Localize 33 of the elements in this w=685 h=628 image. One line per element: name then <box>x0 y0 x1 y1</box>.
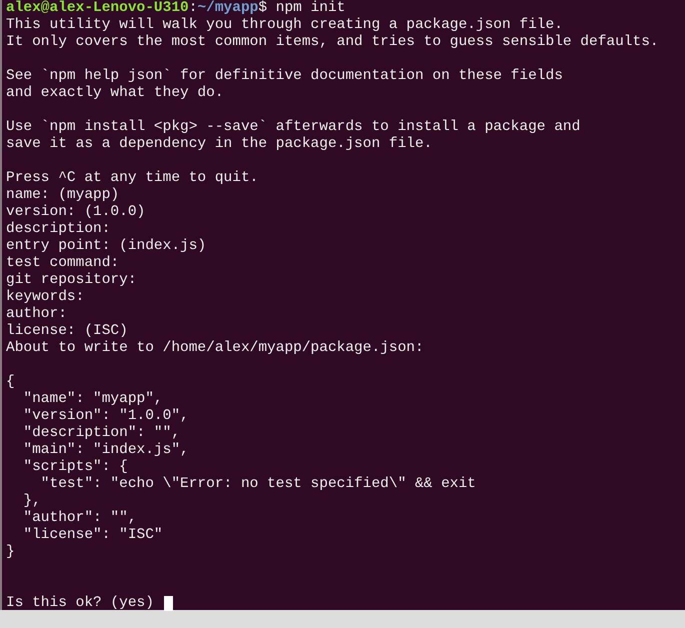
terminal-line: description: <box>6 221 110 238</box>
terminal-line: git repository: <box>6 272 137 289</box>
prompt-separator: : <box>188 0 198 17</box>
terminal-line: author: <box>6 306 67 323</box>
terminal-line: }, <box>22 493 41 510</box>
confirm-prompt: Is this ok? (yes) <box>6 595 154 612</box>
terminal-line: This utility will walk you through creating a package.json file. <box>6 17 563 34</box>
terminal-line: "version": "1.0.0", <box>22 408 189 425</box>
terminal-line: Use `npm install <pkg> --save` afterwards to install a package and <box>6 119 580 136</box>
terminal-line: Press ^C at any time to quit. <box>6 170 258 187</box>
current-path: ~/myapp <box>197 0 258 17</box>
terminal-line: and exactly what they do. <box>6 85 224 102</box>
terminal-line: version: (1.0.0) <box>6 204 146 221</box>
terminal-line: About to write to /home/alex/myapp/package.json: <box>6 340 424 357</box>
terminal-line: keywords: <box>6 289 84 306</box>
terminal-line: "test": "echo \"Error: no test specified\" && exit <box>40 476 476 493</box>
user-host: alex@alex-Lenovo-U310 <box>6 0 189 17</box>
terminal-line: "license": "ISC" <box>22 527 163 544</box>
terminal-line: test command: <box>6 255 120 272</box>
terminal-line: "description": "", <box>22 425 180 442</box>
terminal-line: entry point: (index.js) <box>6 238 206 255</box>
terminal-line: name: (myapp) <box>6 187 120 204</box>
terminal-line: license: (ISC) <box>6 323 128 340</box>
command-text: $ npm init <box>258 0 346 17</box>
terminal-line: { <box>6 374 15 391</box>
terminal-line: "main": "index.js", <box>22 442 189 459</box>
terminal-line: save it as a dependency in the package.json file. <box>6 136 432 153</box>
terminal-line: "name": "myapp", <box>22 391 163 408</box>
terminal-line: "author": "", <box>22 510 137 527</box>
terminal-line: See `npm help json` for definitive documentation on these fields <box>6 68 563 85</box>
terminal-line: } <box>6 544 15 561</box>
terminal-line: "scripts": { <box>22 459 128 476</box>
terminal-line: It only covers the most common items, and tries to guess sensible defaults. <box>6 34 659 51</box>
